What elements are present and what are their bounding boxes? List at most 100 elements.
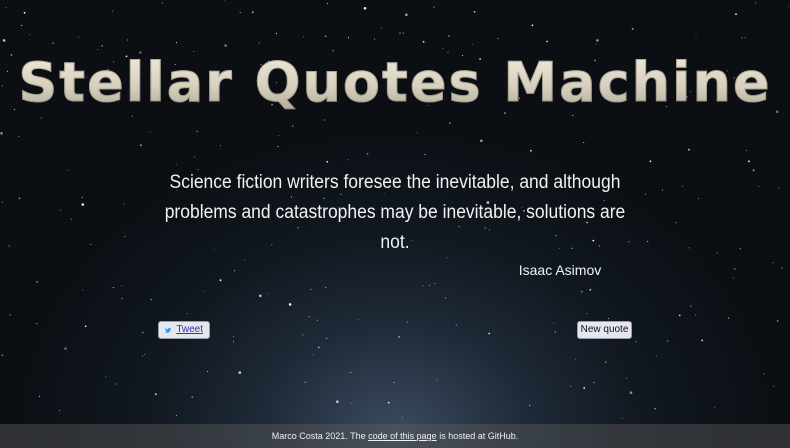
star	[402, 32, 404, 34]
star	[428, 284, 430, 286]
star	[605, 361, 607, 363]
star	[681, 185, 684, 187]
footer-code-link[interactable]: code of this page	[368, 431, 437, 441]
star	[324, 35, 327, 38]
star	[176, 42, 178, 44]
star	[772, 262, 774, 264]
star	[324, 119, 326, 121]
star	[788, 5, 790, 7]
star	[203, 290, 205, 292]
star	[433, 6, 435, 8]
star	[647, 240, 649, 242]
star	[728, 317, 730, 319]
star	[21, 25, 23, 27]
star	[5, 7, 7, 9]
star	[748, 160, 750, 163]
star	[234, 270, 236, 272]
star	[688, 148, 690, 151]
star	[416, 132, 418, 134]
star	[124, 235, 126, 238]
star	[350, 371, 352, 373]
star	[127, 39, 129, 41]
star	[36, 280, 39, 283]
star	[763, 373, 765, 375]
star	[105, 376, 107, 378]
tweet-link[interactable]: Tweet	[176, 321, 203, 339]
star	[688, 247, 690, 249]
star	[596, 39, 599, 42]
star	[239, 11, 241, 13]
star	[121, 285, 123, 287]
star	[112, 287, 114, 289]
star	[347, 159, 349, 161]
star	[586, 312, 588, 315]
star	[18, 136, 20, 138]
star	[422, 285, 424, 287]
star	[142, 332, 144, 334]
star	[302, 334, 304, 336]
star	[175, 415, 178, 417]
new-quote-button[interactable]: New quote	[577, 321, 632, 339]
star	[701, 339, 704, 342]
star	[752, 169, 755, 172]
star	[292, 125, 294, 127]
star	[84, 325, 87, 328]
star	[570, 385, 572, 388]
star	[398, 336, 400, 338]
star	[149, 131, 151, 133]
star	[732, 277, 734, 279]
star	[115, 383, 117, 385]
star	[9, 314, 11, 316]
tweet-button[interactable]: Tweet	[158, 321, 210, 339]
star	[583, 141, 585, 144]
star	[735, 13, 737, 16]
star	[191, 396, 194, 398]
star	[350, 402, 352, 404]
star	[233, 335, 235, 337]
star	[406, 321, 408, 323]
star	[697, 198, 700, 200]
star	[583, 387, 586, 389]
star	[654, 407, 656, 410]
star	[326, 337, 328, 339]
star	[244, 259, 246, 261]
star	[778, 187, 780, 189]
star	[278, 134, 280, 136]
star	[363, 7, 367, 10]
star	[64, 347, 67, 350]
star	[150, 299, 152, 301]
star	[546, 40, 548, 43]
star	[626, 377, 628, 379]
star	[424, 154, 426, 156]
star	[194, 156, 196, 158]
star	[206, 370, 209, 372]
quote-author: Isaac Asimov	[518, 262, 602, 278]
star	[18, 197, 21, 200]
star	[8, 245, 10, 247]
star	[734, 268, 736, 270]
star	[36, 323, 38, 325]
star	[741, 37, 743, 39]
star	[694, 314, 696, 316]
star	[405, 13, 408, 17]
star	[529, 404, 531, 407]
star	[531, 24, 534, 27]
star	[67, 169, 69, 171]
quote-text: Science fiction writers foresee the inev…	[164, 172, 626, 253]
star	[59, 209, 62, 211]
star	[308, 316, 310, 318]
star	[223, 0, 225, 1]
star	[455, 324, 457, 326]
star	[472, 43, 474, 46]
star	[224, 44, 227, 47]
star	[661, 189, 663, 191]
star	[530, 149, 532, 152]
star	[629, 391, 633, 395]
star	[497, 38, 499, 40]
star	[434, 282, 436, 285]
star	[436, 379, 438, 381]
star	[82, 289, 84, 291]
star	[393, 381, 395, 384]
star	[52, 42, 54, 44]
star	[374, 38, 376, 40]
